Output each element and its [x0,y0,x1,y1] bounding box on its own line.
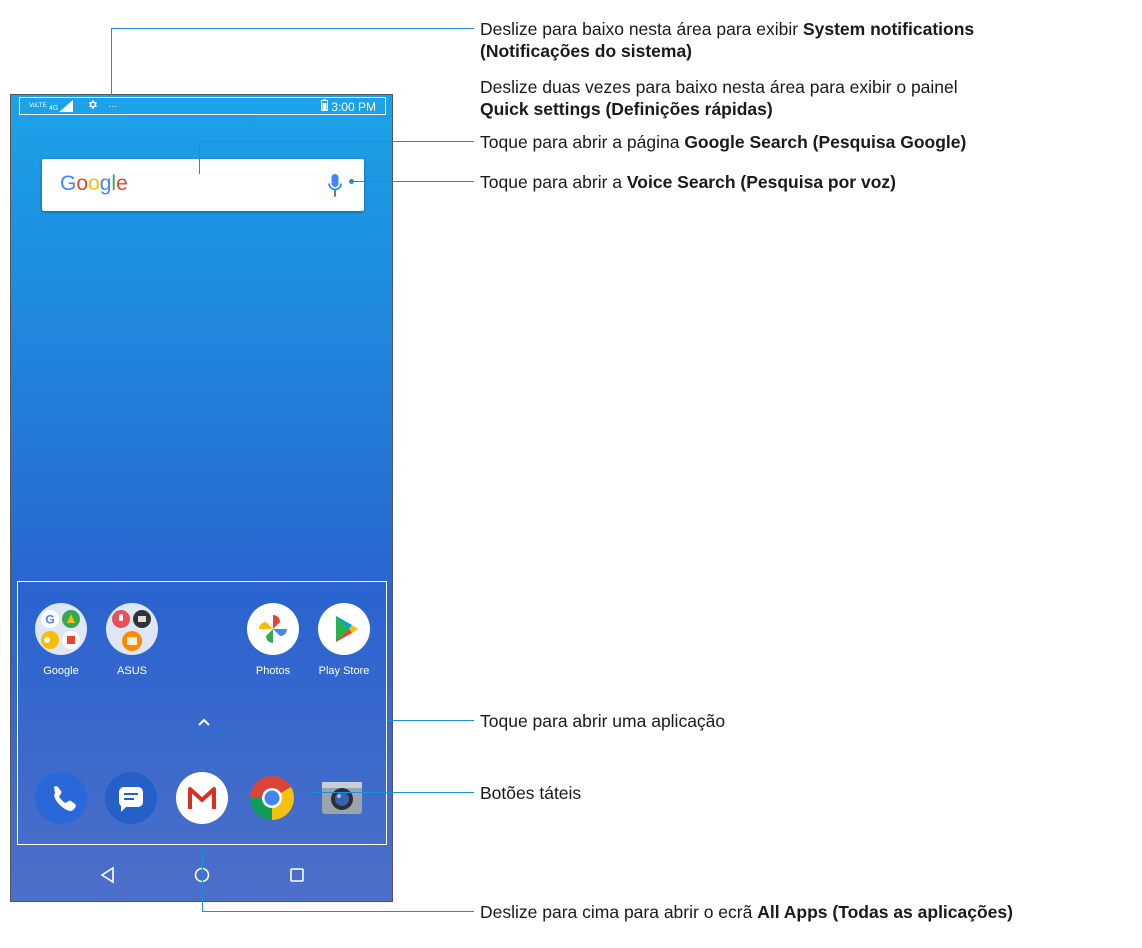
all-apps-chevron-icon[interactable] [197,714,211,732]
annotation-notifications: Deslize para baixo nesta área para exibi… [480,18,974,62]
google-logo-letter: o [76,172,89,195]
play-store-icon [318,603,370,655]
camera-icon [322,782,362,814]
annotation-text: Toque para abrir uma aplicação [480,711,726,731]
google-logo-text: Google [60,172,128,195]
callout-line-allapps-h [202,911,474,912]
annotation-google-search: Toque para abrir a página Google Search … [480,131,966,153]
clock: 3:00 PM [331,99,376,114]
google-logo-letter: o [88,172,100,195]
annotation-text: Deslize para cima para abrir o ecrã [480,902,758,922]
callout-line-search-h [199,141,474,142]
dock-phone[interactable] [35,772,87,824]
annotation-text: Deslize duas vezes para baixo nesta área… [480,77,958,97]
photos-icon [247,603,299,655]
annotation-bold: Voice Search (Pesquisa por voz) [626,172,896,192]
svg-text:G: G [45,613,54,627]
phone-screen: VoLTE 4G ··· 3:00 PM Google G Google ASU… [10,94,393,902]
app-play-store[interactable]: Play Store [316,603,372,677]
more-notifications-icon: ··· [108,101,118,111]
back-button[interactable] [95,862,121,888]
app-label: ASUS [117,665,147,677]
callout-line-notifications-h [111,28,474,29]
voice-search-mic-icon[interactable] [328,173,342,202]
app-asus-folder[interactable]: ASUS [104,603,160,677]
annotation-quick-settings: Deslize duas vezes para baixo nesta área… [480,76,958,120]
callout-dot-voice [349,179,354,184]
annotation-touch-buttons: Botões táteis [480,782,581,804]
dock-chrome[interactable] [246,772,298,824]
signal-icon: 4G [49,100,74,112]
annotation-text: Deslize para baixo nesta área para exibi… [480,19,803,39]
messages-icon [119,787,143,812]
annotation-text: Botões táteis [480,783,582,803]
status-icons-left: VoLTE 4G ··· [29,99,117,113]
settings-gear-icon [87,99,98,113]
annotation-text: Toque para abrir a [480,172,627,192]
annotation-voice-search: Toque para abrir a Voice Search (Pesquis… [480,171,896,193]
status-bar[interactable]: VoLTE 4G ··· 3:00 PM [11,95,392,117]
annotation-bold: System notifications [802,19,975,39]
recents-square-icon [290,868,304,882]
asus-folder-icon [106,603,158,655]
google-logo-letter: G [60,172,77,195]
app-label: Play Store [318,665,370,677]
google-logo-letter: g [99,172,112,195]
google-search-widget[interactable]: Google [42,159,364,211]
chrome-icon [250,776,294,820]
status-icons-right: 3:00 PM [321,99,376,114]
annotation-bold: (Notificações do sistema) [480,41,692,61]
volte-icon: VoLTE [29,102,47,109]
dock-gmail[interactable] [176,772,228,824]
recents-button[interactable] [284,862,310,888]
back-triangle-icon [100,866,114,884]
annotation-bold: All Apps (Todas as aplicações) [757,902,1013,922]
app-label: Photos [255,665,291,677]
dock-camera[interactable] [316,772,368,824]
battery-icon [321,99,329,114]
callout-line-voice [351,181,474,182]
gmail-icon [188,787,216,809]
phone-icon [54,786,76,811]
google-logo-letter: e [116,172,128,195]
dock-messages[interactable] [105,772,157,824]
callout-line-allapps-v [202,850,203,912]
google-folder-icon: G [35,603,87,655]
annotation-all-apps: Deslize para cima para abrir o ecrã All … [480,901,1013,923]
callout-line-app [388,720,474,721]
callout-line-search-v [199,141,200,174]
annotation-bold: Google Search (Pesquisa Google) [684,132,967,152]
app-google-folder[interactable]: G Google [33,603,89,677]
google-logo: Google [60,172,128,196]
callout-line-buttons [310,792,474,793]
callout-line-notifications-v [111,28,112,95]
app-label: Google [43,665,79,677]
annotation-bold: Quick settings (Definições rápidas) [480,99,773,119]
app-photos[interactable]: Photos [245,603,301,677]
annotation-text: Toque para abrir a página [480,132,685,152]
annotation-open-app: Toque para abrir uma aplicação [480,710,725,732]
